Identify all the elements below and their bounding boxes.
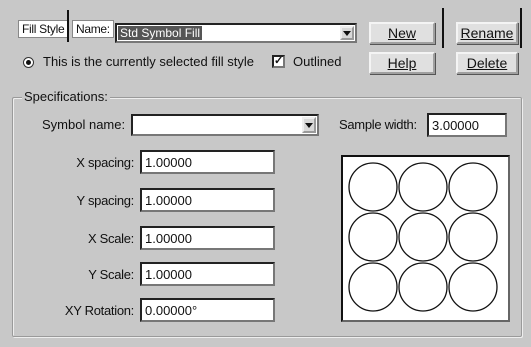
- fill-style-label: Fill Style: [18, 20, 69, 38]
- y-spacing-input[interactable]: 1.00000: [140, 188, 275, 212]
- symbol-name-dropdown[interactable]: [131, 114, 319, 136]
- new-button[interactable]: New: [369, 22, 435, 44]
- y-spacing-label: Y spacing:: [76, 193, 135, 208]
- xy-rotation-label: XY Rotation:: [64, 303, 134, 318]
- divider: [520, 8, 522, 48]
- x-scale-label: X Scale:: [87, 231, 134, 246]
- help-button[interactable]: Help: [369, 52, 435, 74]
- name-dropdown[interactable]: Std Symbol Fill: [115, 23, 357, 43]
- divider: [442, 8, 444, 48]
- xy-rotation-input[interactable]: 0.00000°: [140, 298, 275, 322]
- x-spacing-label: X spacing:: [76, 155, 134, 170]
- chevron-down-icon[interactable]: [340, 26, 354, 40]
- x-spacing-input[interactable]: 1.00000: [140, 150, 275, 174]
- chevron-down-icon[interactable]: [302, 117, 316, 133]
- outlined-checkbox[interactable]: ✓: [272, 55, 285, 68]
- y-scale-label: Y Scale:: [88, 267, 134, 282]
- x-scale-input[interactable]: 1.00000: [140, 226, 275, 250]
- delete-button[interactable]: Delete: [456, 52, 518, 74]
- sample-width-input[interactable]: 3.00000: [427, 113, 507, 137]
- checkmark-icon: ✓: [274, 55, 284, 67]
- symbol-name-label: Symbol name:: [42, 117, 126, 132]
- name-dropdown-value: Std Symbol Fill: [118, 26, 203, 40]
- name-label: Name:: [72, 20, 114, 38]
- rename-button[interactable]: Rename: [456, 22, 518, 44]
- y-scale-input[interactable]: 1.00000: [140, 262, 275, 286]
- new-button-label: New: [387, 25, 416, 41]
- delete-button-label: Delete: [466, 55, 508, 71]
- fill-preview: [341, 155, 510, 322]
- sample-width-label: Sample width:: [339, 117, 417, 132]
- rename-button-label: Rename: [460, 25, 514, 41]
- current-style-text: This is the currently selected fill styl…: [43, 54, 254, 69]
- specifications-title: Specifications:: [22, 89, 110, 104]
- divider: [67, 10, 69, 42]
- help-button-label: Help: [387, 55, 417, 71]
- symbol-fill-preview-image: [348, 162, 498, 312]
- radio-selected-icon[interactable]: [23, 57, 34, 68]
- outlined-label: Outlined: [293, 54, 342, 69]
